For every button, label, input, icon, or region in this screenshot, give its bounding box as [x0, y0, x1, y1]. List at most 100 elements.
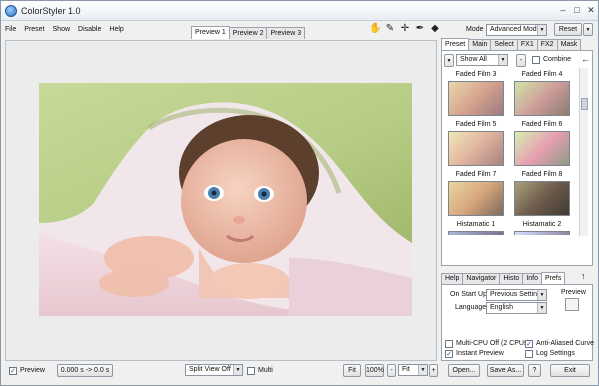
collapse-arrow-icon[interactable]: ↑: [581, 271, 586, 281]
preset-thumbnail-grid: Faded Film 3 Faded Film 4 Faded Film 5 F…: [445, 69, 575, 235]
menu-bar: File Preset Show Disable Help: [5, 26, 124, 38]
app-icon: [5, 5, 17, 17]
preset-label: Faded Film 7: [455, 171, 497, 178]
timing-display[interactable]: 0.000 s -> 0.0 s: [57, 364, 113, 377]
tab-select[interactable]: Select: [490, 39, 518, 50]
menu-show[interactable]: Show: [53, 26, 71, 38]
close-icon[interactable]: ✕: [585, 4, 597, 16]
multicpu-checkbox[interactable]: [445, 340, 453, 348]
reset-menu-button[interactable]: ▼: [583, 23, 593, 36]
crosshair-icon[interactable]: ✛: [399, 23, 411, 35]
window-title: ColorStyler 1.0: [21, 6, 81, 16]
hand-icon[interactable]: ✋: [369, 23, 381, 35]
preset-scrollbar[interactable]: [579, 68, 588, 236]
preset-histamatic-2[interactable]: Histamatic 2: [511, 221, 573, 235]
preset-thumbnail: [448, 181, 504, 216]
combine-checkbox[interactable]: [532, 56, 540, 64]
menu-file[interactable]: File: [5, 26, 16, 38]
preset-label: Faded Film 4: [521, 71, 563, 78]
preset-thumbnail: [448, 81, 504, 116]
split-view-value: Split View Off: [189, 366, 231, 373]
preset-histamatic-1[interactable]: Histamatic 1: [445, 221, 507, 235]
preset-label: Faded Film 8: [521, 171, 563, 178]
tab-histo[interactable]: Histo: [499, 273, 524, 284]
language-select[interactable]: English ▼: [486, 302, 547, 314]
minimize-icon[interactable]: –: [557, 4, 569, 16]
zoom-select[interactable]: Fit ▼: [398, 364, 428, 376]
instant-preview-label: Instant Preview: [456, 350, 504, 357]
tab-main[interactable]: Main: [468, 39, 492, 50]
tab-preview-3[interactable]: Preview 3: [266, 27, 306, 39]
zoom-in-button[interactable]: +: [429, 364, 438, 377]
tab-preset[interactable]: Preset: [441, 38, 470, 50]
zoom-100-button[interactable]: 100%: [365, 364, 384, 377]
tool-icons: ✋ ✎ ✛ ✒ ◆: [369, 23, 441, 35]
preview-checkbox[interactable]: ✓: [9, 367, 17, 375]
open-button[interactable]: Open...: [448, 364, 480, 377]
tab-mask[interactable]: Mask: [556, 39, 582, 50]
preset-thumbnail: [448, 131, 504, 166]
preset-faded-film-6[interactable]: Faded Film 6: [511, 121, 573, 166]
tab-prefs[interactable]: Prefs: [541, 272, 566, 284]
menu-help[interactable]: Help: [109, 26, 123, 38]
split-view-select[interactable]: Split View Off ▼: [185, 364, 243, 376]
log-settings-checkbox[interactable]: [525, 350, 533, 358]
eyedropper-icon[interactable]: ✎: [384, 23, 396, 35]
preset-faded-film-7[interactable]: Faded Film 7: [445, 171, 507, 216]
help-button[interactable]: ?: [528, 364, 541, 377]
preview-swatch[interactable]: [565, 298, 579, 311]
preset-faded-film-5[interactable]: Faded Film 5: [445, 121, 507, 166]
preview-canvas[interactable]: [5, 40, 437, 361]
menu-disable[interactable]: Disable: [78, 26, 101, 38]
on-start-up-select[interactable]: Previous Settings ▼: [486, 289, 547, 301]
preset-dropdown-button[interactable]: ▼: [444, 54, 454, 67]
preset-label: Faded Film 3: [455, 71, 497, 78]
language-label: Language: [455, 304, 487, 311]
baby-photo-image: [39, 83, 412, 316]
chevron-down-icon: ▼: [537, 25, 546, 35]
diamond-icon[interactable]: ◆: [429, 23, 441, 35]
baby-photo: [39, 83, 412, 316]
scrollbar-thumb[interactable]: [581, 98, 588, 110]
remove-preset-button[interactable]: -: [516, 54, 526, 67]
combine-label: Combine: [543, 56, 572, 63]
preset-thumbnail: [448, 231, 504, 235]
tab-info[interactable]: Info: [522, 273, 543, 284]
zoom-select-value: Fit: [402, 366, 410, 373]
preset-faded-film-4[interactable]: Faded Film 4: [511, 71, 573, 116]
tab-preview-2[interactable]: Preview 2: [228, 27, 268, 39]
menu-preset[interactable]: Preset: [24, 26, 44, 38]
chevron-down-icon: ▼: [498, 55, 507, 65]
reset-button[interactable]: Reset: [554, 23, 582, 36]
tab-navigator[interactable]: Navigator: [462, 273, 501, 284]
preset-thumbnail: [514, 131, 570, 166]
preset-label: Faded Film 5: [455, 121, 497, 128]
chevron-down-icon: ▼: [446, 58, 452, 64]
tab-help[interactable]: Help: [441, 273, 464, 284]
fit-button[interactable]: Fit: [343, 364, 361, 377]
pen-icon[interactable]: ✒: [414, 23, 426, 35]
tab-preview-1[interactable]: Preview 1: [191, 26, 230, 39]
tab-fx1[interactable]: FX1: [516, 39, 538, 50]
zoom-out-button[interactable]: -: [387, 364, 396, 377]
anti-aliased-checkbox[interactable]: ✓: [525, 340, 533, 348]
mode-select-value: Advanced Mode: [490, 26, 541, 33]
instant-preview-checkbox[interactable]: ✓: [445, 350, 453, 358]
title-bar: ColorStyler 1.0 – □ ✕: [1, 1, 598, 21]
preset-faded-film-3[interactable]: Faded Film 3: [445, 71, 507, 116]
log-settings-label: Log Settings: [536, 350, 575, 357]
exit-button[interactable]: Exit: [550, 364, 590, 377]
chevron-down-icon: ▼: [537, 303, 546, 313]
tab-fx2[interactable]: FX2: [536, 39, 558, 50]
chevron-down-icon: ▼: [585, 27, 591, 33]
back-arrow-icon[interactable]: ←: [581, 54, 590, 64]
preset-label: Faded Film 6: [521, 121, 563, 128]
save-as-button[interactable]: Save As...: [487, 364, 524, 377]
mode-label: Mode: [466, 26, 484, 33]
mode-select[interactable]: Advanced Mode ▼: [486, 24, 547, 36]
multi-checkbox[interactable]: [247, 367, 255, 375]
show-filter-select[interactable]: Show All ▼: [456, 54, 508, 66]
preset-faded-film-8[interactable]: Faded Film 8: [511, 171, 573, 216]
chevron-down-icon: ▼: [233, 365, 242, 375]
maximize-icon[interactable]: □: [571, 4, 583, 16]
